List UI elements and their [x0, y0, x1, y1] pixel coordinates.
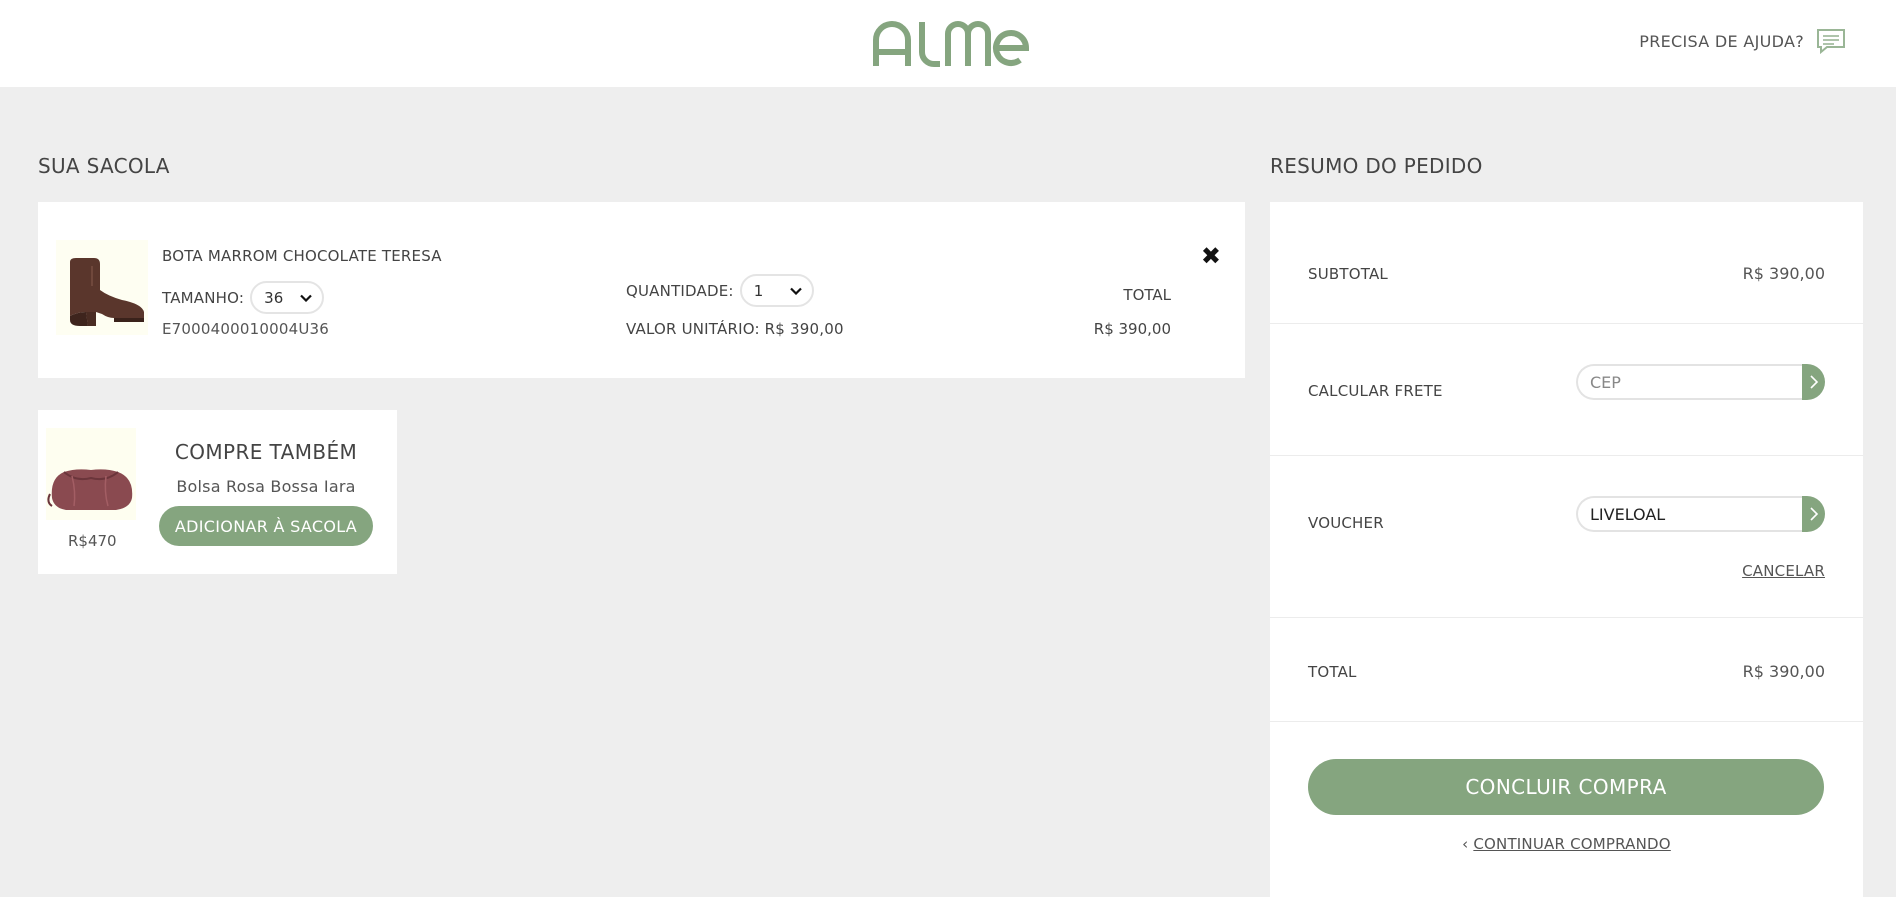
upsell-card: R$470 COMPRE TAMBÉM Bolsa Rosa Bossa Iar…: [38, 410, 397, 574]
cart-title: SUA SACOLA: [38, 154, 170, 178]
shipping-label: CALCULAR FRETE: [1308, 382, 1443, 400]
cancel-voucher-link[interactable]: CANCELAR: [1742, 562, 1825, 580]
quantity-label: QUANTIDADE:: [626, 281, 734, 300]
item-total-value: R$ 390,00: [1093, 320, 1171, 338]
voucher-input[interactable]: [1576, 496, 1802, 532]
chevron-down-icon: [300, 294, 312, 302]
order-summary: SUBTOTAL R$ 390,00 CALCULAR FRETE VOUCHE…: [1270, 202, 1863, 897]
voucher-label: VOUCHER: [1308, 514, 1384, 532]
voucher-row: VOUCHER CANCELAR: [1270, 456, 1863, 618]
handbag-image[interactable]: [46, 428, 136, 520]
add-to-bag-button[interactable]: ADICIONAR À SACOLA: [159, 506, 373, 546]
chat-icon: [1817, 29, 1845, 54]
size-row: TAMANHO: 36: [162, 281, 325, 314]
remove-item-button[interactable]: ✖: [1201, 244, 1221, 268]
unit-price: VALOR UNITÁRIO: R$ 390,00: [626, 320, 844, 338]
product-sku: E7000400010004U36: [162, 320, 330, 338]
total-value: R$ 390,00: [1742, 662, 1825, 681]
total-row: TOTAL R$ 390,00: [1270, 618, 1863, 722]
chevron-down-icon: [789, 287, 802, 295]
cep-input[interactable]: [1576, 364, 1802, 400]
upsell-product-name[interactable]: Bolsa Rosa Bossa Iara: [159, 477, 373, 496]
total-label: TOTAL: [1308, 663, 1357, 681]
item-total-label: TOTAL: [1123, 286, 1171, 304]
size-label: TAMANHO:: [162, 288, 245, 307]
shipping-input-group: [1576, 364, 1825, 400]
shipping-row: CALCULAR FRETE: [1270, 324, 1863, 456]
subtotal-value: R$ 390,00: [1742, 264, 1825, 283]
chevron-right-icon: [1809, 507, 1818, 521]
calculate-shipping-button[interactable]: [1802, 364, 1825, 400]
continue-shopping-label: CONTINUAR COMPRANDO: [1473, 835, 1671, 853]
continue-shopping-link[interactable]: ‹ CONTINUAR COMPRANDO: [1270, 835, 1863, 853]
product-name[interactable]: BOTA MARROM CHOCOLATE TERESA: [162, 247, 442, 265]
alme-logo[interactable]: [872, 16, 1030, 68]
help-link[interactable]: PRECISA DE AJUDA?: [1639, 28, 1846, 54]
size-select[interactable]: 36: [250, 281, 325, 314]
chevron-right-icon: [1809, 375, 1818, 389]
help-label: PRECISA DE AJUDA?: [1639, 31, 1804, 51]
site-header: PRECISA DE AJUDA?: [0, 0, 1896, 87]
conclude-purchase-button[interactable]: CONCLUIR COMPRA: [1308, 759, 1824, 815]
quantity-value: 1: [753, 281, 764, 300]
upsell-title: COMPRE TAMBÉM: [174, 440, 358, 464]
close-icon: ✖: [1200, 242, 1221, 270]
subtotal-row: SUBTOTAL R$ 390,00: [1270, 202, 1863, 324]
subtotal-label: SUBTOTAL: [1308, 265, 1388, 283]
quantity-row: QUANTIDADE: 1: [626, 274, 814, 307]
size-value: 36: [264, 288, 284, 307]
apply-voucher-button[interactable]: [1802, 496, 1825, 532]
cart-item: BOTA MARROM CHOCOLATE TERESA TAMANHO: 36…: [38, 202, 1245, 378]
quantity-select[interactable]: 1: [739, 274, 814, 307]
chevron-left-icon: ‹: [1462, 835, 1474, 853]
summary-title: RESUMO DO PEDIDO: [1270, 154, 1483, 178]
boot-image[interactable]: [56, 240, 148, 335]
voucher-input-group: [1576, 496, 1825, 532]
upsell-price: R$470: [68, 532, 117, 550]
